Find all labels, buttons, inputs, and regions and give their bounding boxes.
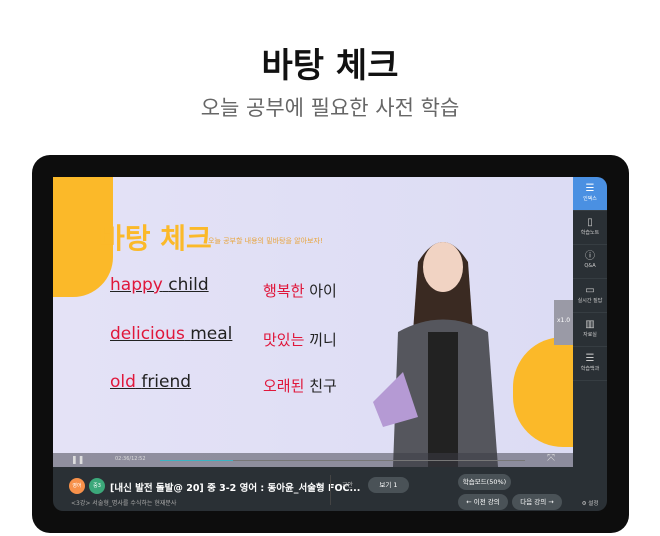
subject-badge: 영어 <box>69 478 85 494</box>
instructor-image <box>373 242 498 467</box>
korean-phrase: 오래된 친구 <box>263 377 337 395</box>
notebook-icon: ▯ <box>587 217 593 228</box>
sidebar: ☰ 인덱스 ▯ 학습노트 ⓘ Q&A ▭ 실시간 질답 ▥ 자료실 ☰ 학습백과 ⚙ 설정 <box>573 177 607 511</box>
playback-speed-control[interactable]: x1.0 <box>554 300 573 345</box>
view-material-button[interactable]: 보기 1 <box>368 477 409 493</box>
lecture-subtitle: <3강> 서술형_명사를 수식하는 현재분사 <box>71 500 177 507</box>
grade-badge: 중3 <box>89 478 105 494</box>
next-lecture-button[interactable]: 다음 강의 → <box>512 494 562 510</box>
sidebar-item-encyclopedia[interactable]: ☰ 학습백과 <box>573 347 607 381</box>
sidebar-item-index[interactable]: ☰ 인덱스 <box>573 177 607 211</box>
sidebar-item-live-chat[interactable]: ▭ 실시간 질답 <box>573 279 607 313</box>
time-display: 02:36/12:52 <box>115 456 146 462</box>
player-controls: ❚❚ 02:36/12:52 ⤧ <box>53 453 573 467</box>
chat-icon: ▭ <box>585 285 595 296</box>
sidebar-item-qna[interactable]: ⓘ Q&A <box>573 245 607 279</box>
prev-lecture-button[interactable]: ← 이전 강의 <box>458 494 508 510</box>
progress-bar[interactable] <box>160 460 525 461</box>
english-phrase: happy child <box>110 275 209 295</box>
page-subtitle: 오늘 공부에 필요한 사전 학습 <box>200 96 460 120</box>
question-icon: ⓘ <box>585 251 595 262</box>
slide-title: 바탕 체크 <box>99 222 212 255</box>
sidebar-item-archive[interactable]: ▥ 자료실 <box>573 313 607 347</box>
korean-phrase: 행복한 아이 <box>263 282 337 300</box>
slide-subtitle: 오늘 공부할 내용의 밑바탕을 알아보자! <box>208 237 323 245</box>
index-icon: ☰ <box>585 183 595 194</box>
lecture-info-bar: 영어 중3 [내신 발전 돌발@ 20] 중 3-2 영어 : 동아윤_서술형 … <box>53 467 573 511</box>
encyclopedia-icon: ☰ <box>585 353 595 364</box>
page-title: 바탕 체크 <box>261 46 399 86</box>
pause-icon[interactable]: ❚❚ <box>71 455 84 464</box>
video-area[interactable]: 바탕 체크 오늘 공부할 내용의 밑바탕을 알아보자! happy child … <box>53 177 573 467</box>
archive-icon: ▥ <box>585 319 595 330</box>
korean-phrase: 맛있는 끼니 <box>263 331 337 349</box>
study-mode-button[interactable]: 학습모드(50%) <box>458 474 511 490</box>
sidebar-item-notes[interactable]: ▯ 학습노트 <box>573 211 607 245</box>
english-phrase: old friend <box>110 372 192 392</box>
english-phrase: delicious meal <box>110 324 233 344</box>
fullscreen-icon[interactable]: ⤧ <box>547 453 555 464</box>
material-label: ·교안 <box>340 482 353 489</box>
lecture-title: [내신 발전 돌발@ 20] 중 3-2 영어 : 동아윤_서술형 FOC... <box>110 483 361 494</box>
settings-button[interactable]: ⚙ 설정 <box>573 499 607 507</box>
